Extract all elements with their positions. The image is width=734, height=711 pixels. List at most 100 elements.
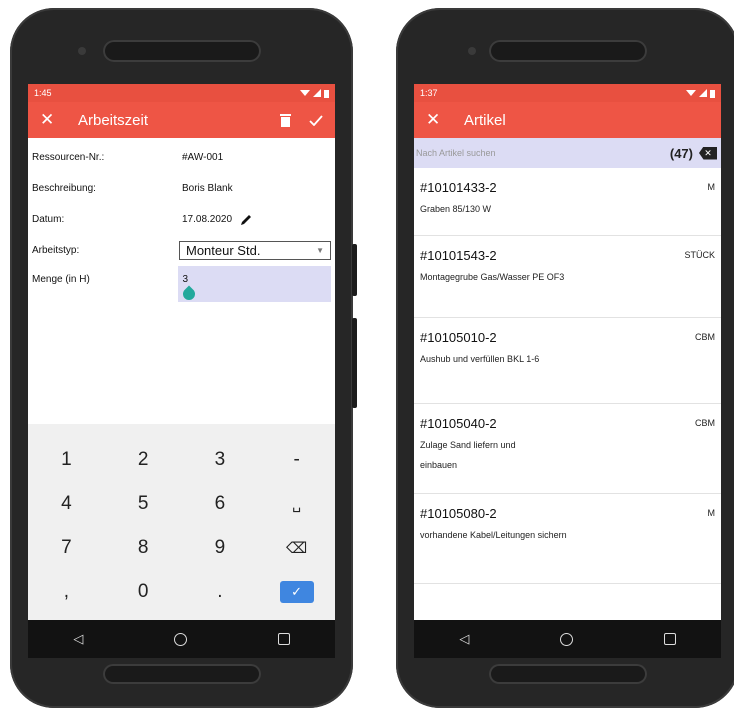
backspace-icon[interactable]: ⌫ (258, 526, 335, 570)
field-label: Beschreibung: (32, 183, 96, 194)
signal-icon (699, 89, 707, 97)
article-desc: Graben 85/130 W (420, 204, 492, 214)
keypad-row: 7 8 9 ⌫ (28, 526, 335, 570)
key-4[interactable]: 4 (28, 482, 105, 526)
field-label: Ressourcen-Nr.: (32, 152, 105, 163)
key-6[interactable]: 6 (182, 482, 259, 526)
key-5[interactable]: 5 (105, 482, 182, 526)
close-icon[interactable]: ✕ (40, 110, 66, 130)
home-icon[interactable] (173, 632, 187, 646)
status-time: 1:37 (420, 88, 438, 98)
key-2[interactable]: 2 (105, 438, 182, 482)
phone-left: 1:45 ✕ Arbeitszeit Ressourcen-Nr.: #AW-0… (10, 8, 357, 708)
field-datum: Datum: 17.08.2020 (32, 204, 331, 235)
date-value[interactable]: 17.08.2020 (182, 214, 232, 225)
field-label: Arbeitstyp: (32, 245, 80, 256)
article-desc: Aushub und verfüllen BKL 1-6 (420, 354, 540, 364)
field-arbeitstyp: Arbeitstyp: Monteur Std. ▼ (32, 235, 331, 266)
status-time: 1:45 (34, 88, 52, 98)
trash-glyph (280, 113, 291, 127)
key-3[interactable]: 3 (182, 438, 259, 482)
article-list: #10101433-2 Graben 85/130 W M #10101543-… (414, 168, 721, 584)
recents-icon[interactable] (277, 633, 290, 645)
key-7[interactable]: 7 (28, 526, 105, 570)
article-code: #10105010-2 (420, 330, 497, 345)
field-label: Datum: (32, 214, 65, 225)
home-icon[interactable] (559, 632, 573, 646)
speaker (488, 40, 647, 62)
list-item[interactable]: #10105080-2 vorhandene Kabel/Leitungen s… (414, 494, 721, 584)
form: Ressourcen-Nr.: #AW-001 Beschreibung: Bo… (28, 138, 335, 310)
article-unit: CBM (695, 332, 715, 342)
key-1[interactable]: 1 (28, 438, 105, 482)
recents-icon[interactable] (663, 633, 676, 645)
search-input[interactable]: Nach Artikel suchen (416, 148, 670, 158)
article-unit: M (707, 508, 716, 518)
app-bar: ✕ Artikel (414, 102, 721, 138)
key-minus[interactable]: - (258, 438, 335, 482)
clear-search-icon[interactable]: ✕ (699, 146, 717, 160)
wifi-icon (300, 90, 310, 96)
result-count: (47) (669, 145, 693, 161)
arbeitstyp-select[interactable]: Monteur Std. ▼ (179, 241, 331, 260)
wifi-icon (686, 90, 696, 96)
numeric-keypad: 1 2 3 - 4 5 6 ␣ 7 8 9 ⌫ , 0 . ✓ (28, 424, 335, 620)
key-8[interactable]: 8 (105, 526, 182, 570)
list-item[interactable]: #10101433-2 Graben 85/130 W M (414, 168, 721, 236)
status-icons (300, 89, 329, 98)
key-0[interactable]: 0 (105, 570, 182, 614)
list-item[interactable]: #10101543-2 Montagegrube Gas/Wasser PE O… (414, 236, 721, 318)
camera (78, 47, 86, 55)
article-unit: M (707, 182, 716, 192)
key-9[interactable]: 9 (182, 526, 259, 570)
key-period[interactable]: . (182, 570, 259, 614)
battery-icon (324, 89, 329, 98)
screen-arbeitszeit: 1:45 ✕ Arbeitszeit Ressourcen-Nr.: #AW-0… (28, 84, 335, 658)
camera (468, 47, 476, 55)
key-comma[interactable]: , (28, 570, 105, 614)
app-bar: ✕ Arbeitszeit (28, 102, 335, 138)
page-title: Artikel (464, 111, 506, 129)
article-desc: Montagegrube Gas/Wasser PE OF3 (420, 272, 565, 282)
menge-input[interactable]: 3 (178, 266, 331, 303)
field-beschreibung: Beschreibung: Boris Blank (32, 173, 331, 204)
status-icons (686, 89, 715, 98)
nav-bar: ◁ (28, 620, 335, 658)
screen-artikel: 1:37 ✕ Artikel Nach Artikel suchen (47) … (414, 84, 721, 658)
check-glyph (309, 114, 323, 126)
field-ressourcen-nr: Ressourcen-Nr.: #AW-001 (32, 142, 331, 173)
phone-right: 1:37 ✕ Artikel Nach Artikel suchen (47) … (396, 8, 734, 708)
space-key-icon[interactable]: ␣ (258, 482, 335, 526)
article-unit: CBM (695, 418, 715, 428)
trash-icon[interactable] (280, 113, 291, 127)
pencil-icon[interactable] (240, 213, 253, 226)
keypad-row: 4 5 6 ␣ (28, 482, 335, 526)
select-wrap: Monteur Std. ▼ (179, 241, 331, 260)
cursor-handle-icon[interactable] (180, 285, 198, 303)
search-bar[interactable]: Nach Artikel suchen (47) ✕ (414, 138, 721, 168)
select-value: Monteur Std. (186, 243, 261, 258)
back-icon[interactable]: ◁ (459, 631, 469, 647)
field-menge: Menge (in H) 3 (32, 266, 331, 310)
status-bar: 1:45 (28, 84, 335, 102)
chevron-down-icon: ▼ (316, 246, 324, 255)
field-value: #AW-001 (182, 152, 224, 163)
article-desc: vorhandene Kabel/Leitungen sichern (420, 530, 567, 540)
article-code: #10105080-2 (420, 506, 497, 521)
article-code: #10101543-2 (420, 248, 497, 263)
back-icon[interactable]: ◁ (73, 631, 83, 647)
speaker-bottom (102, 664, 261, 684)
list-item[interactable]: #10105040-2 Zulage Sand liefern und einb… (414, 404, 721, 494)
date-value-wrap: 17.08.2020 (182, 213, 331, 226)
check-icon[interactable] (309, 114, 323, 126)
check-icon: ✓ (279, 581, 314, 603)
side-button (352, 318, 357, 408)
close-icon[interactable]: ✕ (426, 110, 452, 130)
status-bar: 1:37 (414, 84, 721, 102)
done-key[interactable]: ✓ (258, 570, 335, 614)
list-item[interactable]: #10105010-2 Aushub und verfüllen BKL 1-6… (414, 318, 721, 404)
volume-button (352, 244, 357, 296)
article-desc: Zulage Sand liefern und einbauen (420, 440, 516, 470)
article-unit: STÜCK (684, 250, 715, 260)
signal-icon (313, 89, 321, 97)
